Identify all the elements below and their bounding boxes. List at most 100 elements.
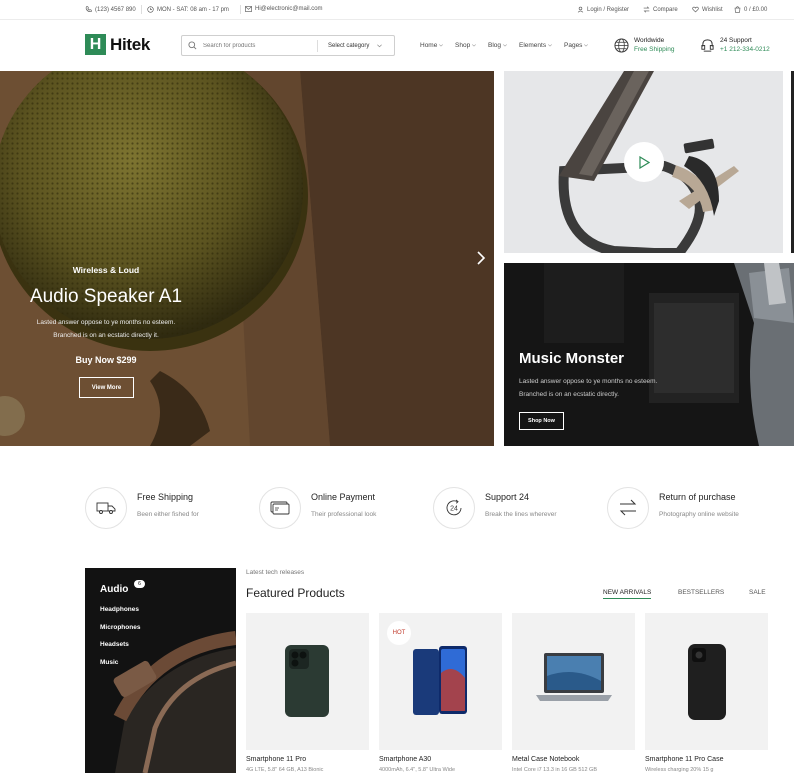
compare-link[interactable]: Compare: [643, 6, 678, 13]
product-card[interactable]: [246, 613, 369, 750]
feature-support-24: 24 Support 24 Break the lines wherever: [433, 487, 607, 529]
feature-icon-circle: 24: [433, 487, 475, 529]
category-select[interactable]: Select category: [317, 40, 383, 52]
email-contact[interactable]: Hi@electronic@mail.com: [245, 6, 323, 12]
chevron-down-icon: [439, 44, 444, 47]
feature-return: Return of purchase Photography online we…: [607, 487, 781, 529]
hero-desc-2: Branched is on an ecstatic directly it.: [53, 332, 159, 339]
feature-title: Free Shipping: [137, 492, 194, 502]
search-input[interactable]: [203, 42, 303, 49]
product-card[interactable]: HOT: [379, 613, 502, 750]
feature-subtitle: Been either fished for: [137, 511, 199, 518]
section-eyebrow: Latest tech releases: [246, 569, 305, 576]
nav-shop[interactable]: Shop: [455, 42, 488, 49]
return-arrows-icon: [619, 499, 637, 516]
promo2-desc-1: Lasted answer oppose to ye months no est…: [519, 378, 658, 385]
divider: [240, 5, 241, 14]
search-icon[interactable]: [188, 41, 197, 50]
nav-elements-label: Elements: [519, 42, 547, 49]
iphone-image: [285, 645, 329, 717]
promo2-desc-2: Branched is on an ecstatic directly.: [519, 391, 619, 398]
speaker-image: [0, 71, 494, 446]
bag-icon: [734, 6, 741, 13]
product-name[interactable]: Smartphone A30: [379, 756, 431, 763]
category-select-label: Select category: [328, 43, 370, 49]
tab-new-arrivals[interactable]: NEW ARRIVALS: [603, 589, 652, 599]
category-list: Headphones Microphones Headsets Music: [100, 606, 140, 676]
category-item[interactable]: Microphones: [100, 624, 140, 642]
nav-home-label: Home: [420, 42, 438, 49]
product-description: Intel Core i7 13.3 in 16 GB 512 GB: [512, 767, 597, 773]
product-description: 4G LTE, 5.8" 64 GB, A13 Bionic: [246, 767, 324, 773]
nav-pages-label: Pages: [564, 42, 583, 49]
card-icon: [270, 501, 290, 515]
phone-number: (123) 4567 890: [95, 6, 136, 13]
wishlist-link[interactable]: Wishlist: [692, 6, 723, 13]
logo-mark: H: [85, 34, 106, 55]
product-card[interactable]: [645, 613, 768, 750]
divider: [141, 5, 142, 14]
shipping-sub: Free Shipping: [634, 46, 675, 53]
feature-icon-circle: [259, 487, 301, 529]
product-name[interactable]: Metal Case Notebook: [512, 756, 579, 763]
music-monster-banner[interactable]: Music Monster Lasted answer oppose to ye…: [504, 263, 794, 446]
section-title: Featured Products: [246, 586, 345, 600]
hot-badge: HOT: [387, 621, 411, 645]
feature-online-payment: Online Payment Their professional look: [259, 487, 433, 529]
nav-shop-label: Shop: [455, 42, 471, 49]
main-nav: Home Shop Blog Elements Pages: [420, 42, 594, 49]
promo-video-banner[interactable]: [504, 71, 783, 253]
headset-icon: [701, 38, 714, 52]
hero-title: Audio Speaker A1: [29, 286, 183, 307]
phone-case-image: [688, 644, 726, 720]
logo-text: Hitek: [110, 34, 151, 54]
nav-blog[interactable]: Blog: [488, 42, 519, 49]
category-count-badge: 6: [134, 580, 145, 588]
email-text: Hi@electronic@mail.com: [255, 6, 323, 12]
feature-title: Online Payment: [311, 492, 376, 502]
login-link[interactable]: Login / Register: [577, 6, 629, 13]
category-item[interactable]: Headphones: [100, 606, 140, 624]
tab-sale[interactable]: SALE: [749, 589, 766, 596]
view-more-button[interactable]: View More: [79, 377, 134, 398]
hero-slider[interactable]: Wireless & Loud Audio Speaker A1 Lasted …: [0, 71, 494, 446]
feature-title: Support 24: [485, 492, 530, 502]
chevron-down-icon: [472, 44, 477, 47]
support-info: 24 Support +1 212-334-0212: [700, 36, 770, 54]
feature-subtitle: Break the lines wherever: [485, 511, 557, 518]
laptop-image: [536, 653, 612, 701]
nav-blog-label: Blog: [488, 42, 502, 49]
support-24-icon: 24: [446, 499, 462, 516]
chevron-down-icon: [584, 44, 589, 47]
category-title[interactable]: Audio: [100, 584, 128, 595]
hours-text: MON - SAT: 08 am - 17 pm: [157, 6, 229, 13]
category-item[interactable]: Headsets: [100, 641, 140, 659]
phone-contact[interactable]: (123) 4567 890: [85, 6, 136, 13]
feature-icon-circle: [85, 487, 127, 529]
product-card[interactable]: [512, 613, 635, 750]
clock-icon: [147, 6, 154, 13]
login-label: Login / Register: [587, 6, 630, 13]
product-description: 4000mAh, 6.4", 5.8" Ultra Wide: [379, 767, 456, 773]
chevron-right-icon[interactable]: [476, 251, 486, 265]
top-bar: (123) 4567 890 MON - SAT: 08 am - 17 pm …: [0, 0, 794, 20]
play-icon: [639, 155, 650, 169]
feature-subtitle: Their professional look: [311, 511, 377, 518]
support-phone: +1 212-334-0212: [720, 46, 770, 53]
nav-elements[interactable]: Elements: [519, 42, 564, 49]
shop-now-button[interactable]: Shop Now: [519, 412, 564, 430]
category-item[interactable]: Music: [100, 659, 140, 677]
user-icon: [577, 6, 584, 13]
svg-text:24: 24: [450, 506, 458, 513]
wishlist-label: Wishlist: [702, 6, 723, 13]
galaxy-phone-image: [413, 646, 467, 715]
product-name[interactable]: Smartphone 11 Pro Case: [645, 756, 723, 763]
tab-bestsellers[interactable]: BESTSELLERS: [678, 589, 724, 596]
support-title: 24 Support: [720, 37, 752, 44]
nav-home[interactable]: Home: [420, 42, 455, 49]
logo[interactable]: H Hitek: [85, 34, 150, 55]
cart-link[interactable]: 0 / £0.00: [734, 6, 767, 13]
product-name[interactable]: Smartphone 11 Pro: [246, 756, 306, 763]
play-button[interactable]: [624, 142, 664, 182]
nav-pages[interactable]: Pages: [564, 42, 594, 49]
